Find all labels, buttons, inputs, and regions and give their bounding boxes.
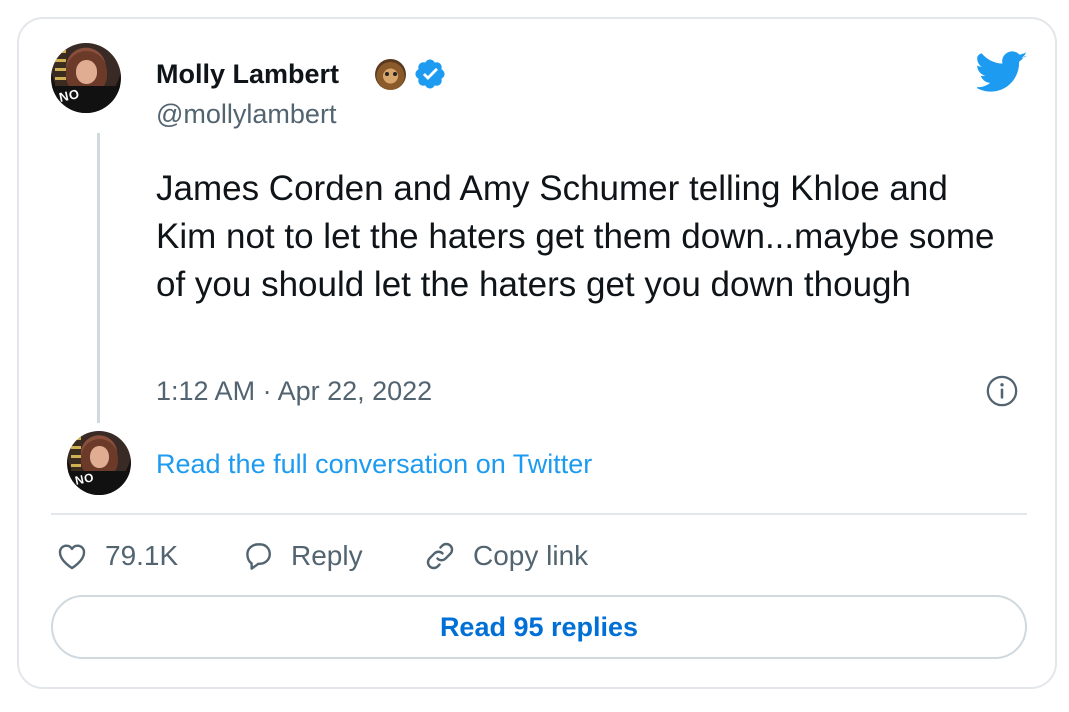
reply-label: Reply — [291, 540, 363, 571]
thread-line — [97, 133, 100, 423]
copy-link-label: Copy link — [473, 540, 589, 571]
tweet-timestamp[interactable]: 1:12 AM · Apr 22, 2022 — [156, 373, 432, 409]
link-icon — [426, 542, 454, 570]
read-full-conversation-link[interactable]: Read the full conversation on Twitter — [156, 446, 592, 482]
read-replies-button[interactable]: Read 95 replies — [51, 595, 1027, 659]
author-avatar[interactable]: NO — [51, 43, 121, 113]
copy-link-button[interactable]: Copy link — [423, 537, 588, 575]
tweet-card: NO Molly Lambert @mollylambert James Cor… — [17, 17, 1057, 689]
author-handle[interactable]: @mollylambert — [156, 96, 336, 132]
tweet-text: James Corden and Amy Schumer telling Khl… — [156, 169, 995, 304]
divider — [51, 513, 1027, 515]
speech-bubble-icon — [246, 543, 271, 570]
like-count: 79.1K — [105, 540, 179, 571]
info-icon[interactable] — [985, 374, 1019, 408]
heart-icon — [58, 544, 86, 570]
twitter-bird-icon[interactable] — [977, 51, 1027, 93]
hedgehog-emoji-icon — [375, 59, 406, 90]
reply-button[interactable]: Reply — [241, 537, 363, 575]
author-name[interactable]: Molly Lambert — [156, 56, 339, 92]
conversation-avatar[interactable]: NO — [67, 431, 131, 495]
verified-badge-icon — [415, 59, 445, 89]
like-button[interactable]: 79.1K — [55, 537, 178, 575]
